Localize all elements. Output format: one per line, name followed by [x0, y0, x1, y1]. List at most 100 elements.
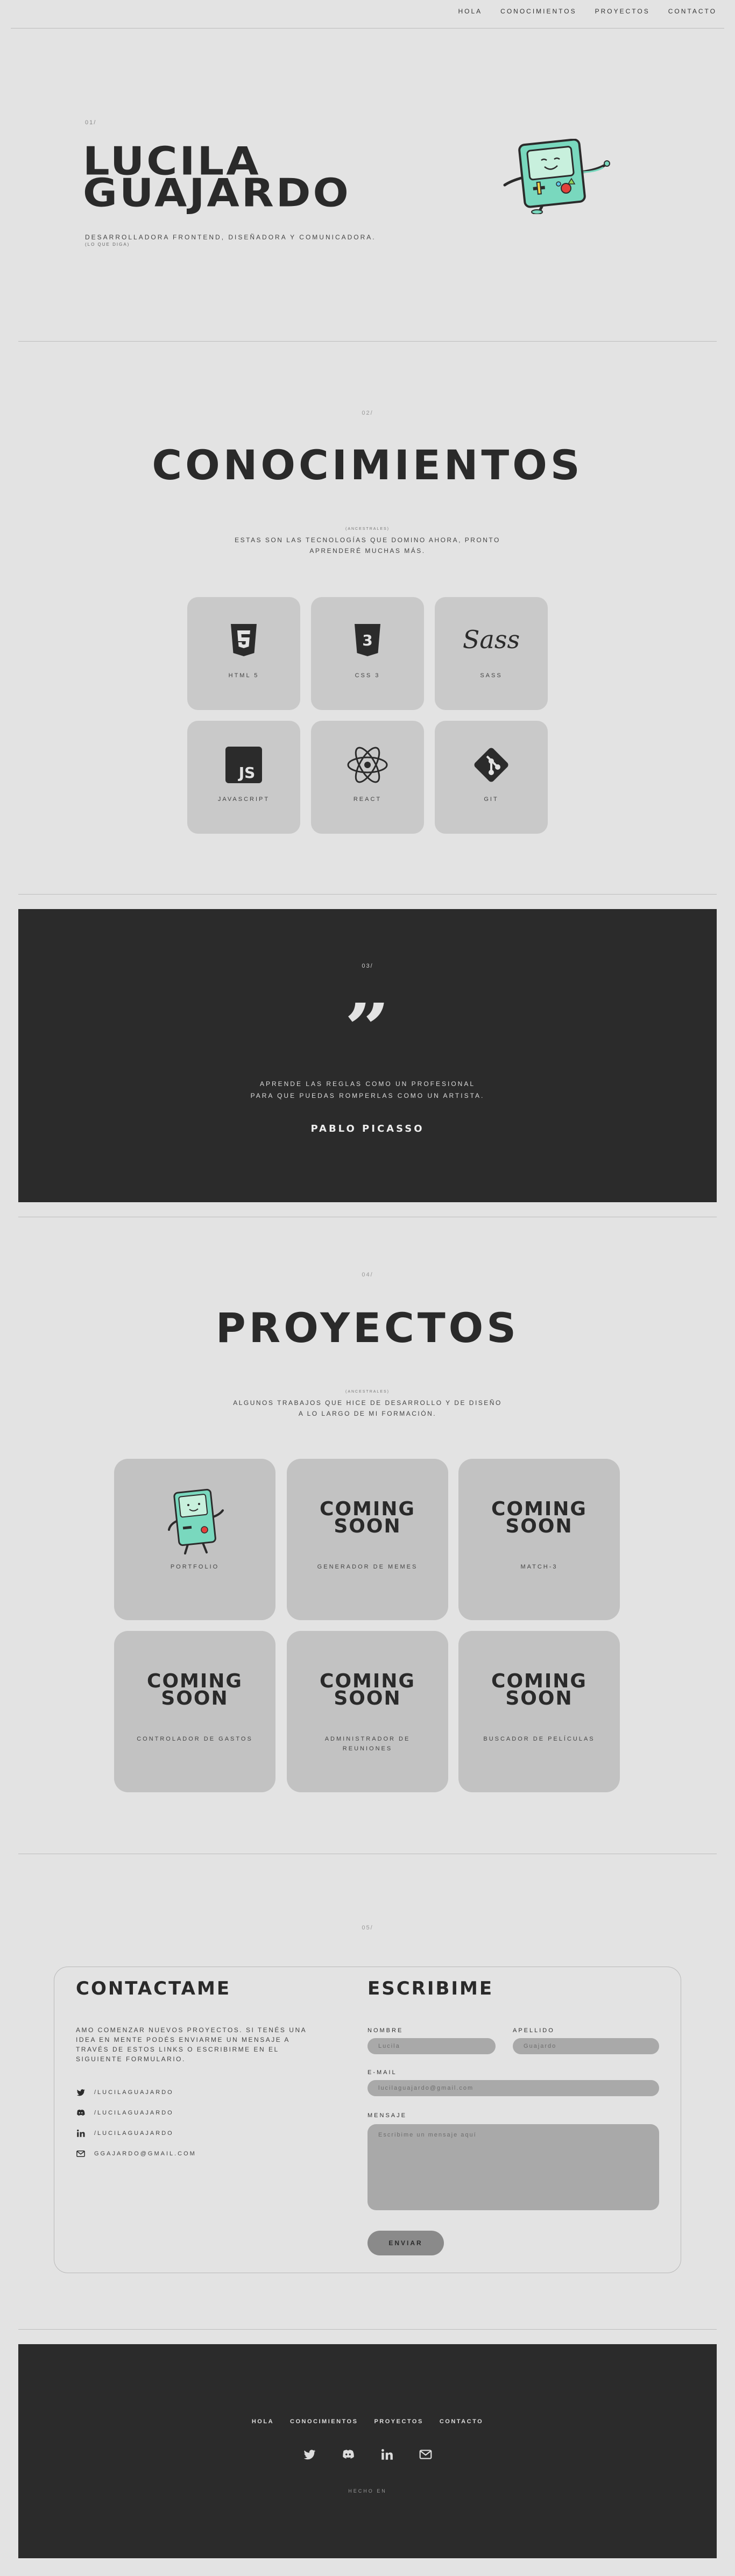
linkedin-icon[interactable]: [380, 2447, 394, 2461]
contact-link-discord[interactable]: /LUCILAGUAJARDO: [76, 2108, 174, 2118]
twitter-icon[interactable]: [302, 2447, 316, 2461]
skills-section-number: 02/: [362, 410, 373, 416]
nav-link-conocimientos[interactable]: CONOCIMIENTOS: [500, 8, 576, 15]
hero-name: LUCILA GUAJARDO: [83, 143, 351, 216]
message-textarea[interactable]: [367, 2124, 659, 2210]
skill-label: REACT: [353, 796, 382, 803]
bmo-project-icon: [168, 1488, 224, 1555]
discord-icon: [77, 2110, 85, 2116]
project-label: MATCH-3: [520, 1564, 558, 1570]
nav-link-hola[interactable]: HOLA: [458, 8, 482, 15]
bmo-illustration: [503, 139, 610, 214]
svg-text:3: 3: [362, 631, 372, 649]
nav-link-proyectos[interactable]: PROYECTOS: [595, 8, 650, 15]
quote-author: PABLO PICASSO: [310, 1123, 425, 1134]
footer-link-conocimientos[interactable]: CONOCIMIENTOS: [290, 2418, 358, 2425]
coming-soon-text: COMING SOON: [147, 1670, 243, 1709]
send-button[interactable]: ENVIAR: [367, 2231, 444, 2255]
project-card-match3[interactable]: COMING SOON MATCH-3: [458, 1459, 620, 1620]
projects-title: PROYECTOS: [215, 1304, 520, 1352]
skill-card-html5: HTML 5: [187, 597, 300, 710]
email-label: E-MAIL: [367, 2069, 397, 2076]
css3-icon: 3: [355, 624, 380, 656]
twitter-icon: [76, 2089, 85, 2096]
contact-link-twitter[interactable]: /LUCILAGUAJARDO: [76, 2088, 174, 2097]
contact-section-number: 05/: [362, 1925, 373, 1931]
skill-label: HTML 5: [228, 672, 259, 679]
footer-nav: HOLA CONOCIMIENTOS PROYECTOS CONTACTO: [18, 2418, 717, 2425]
sass-icon: Sass: [463, 625, 520, 654]
quote-mark-icon: ”: [344, 1003, 391, 1051]
linkedin-icon: [77, 2130, 85, 2137]
project-card-peliculas[interactable]: COMING SOON BUSCADOR DE PELÍCULAS: [458, 1631, 620, 1792]
skill-card-css3: 3 CSS 3: [311, 597, 424, 710]
project-label: PORTFOLIO: [170, 1564, 220, 1570]
skill-label: SASS: [480, 672, 503, 679]
project-label: ADMINISTRADOR DE REUNIONES: [324, 1736, 411, 1752]
footer-link-contacto[interactable]: CONTACTO: [440, 2418, 483, 2425]
mail-icon[interactable]: [419, 2447, 433, 2461]
contact-title: CONTACTAME: [76, 1978, 231, 1999]
quote-section: 03/ ” APRENDE LAS REGLAS COMO UN PROFESI…: [18, 909, 717, 1202]
footer-link-hola[interactable]: HOLA: [252, 2418, 274, 2425]
quote-text: APRENDE LAS REGLAS COMO UN PROFESIONAL P…: [18, 1078, 717, 1102]
mail-icon: [76, 2151, 85, 2157]
quote-line: APRENDE LAS REGLAS COMO UN PROFESIONAL: [259, 1080, 476, 1088]
email-input[interactable]: [367, 2080, 659, 2096]
divider: [18, 341, 717, 342]
project-card-memes[interactable]: COMING SOON GENERADOR DE MEMES: [287, 1459, 448, 1620]
divider: [18, 2329, 717, 2330]
contact-card: CONTACTAME AMO COMENZAR NUEVOS PROYECTOS…: [54, 1967, 681, 2273]
coming-soon-text: COMING SOON: [320, 1498, 415, 1537]
html5-icon: [231, 624, 257, 656]
project-card-reuniones[interactable]: COMING SOON ADMINISTRADOR DE REUNIONES: [287, 1631, 448, 1792]
skill-card-javascript: JS JAVASCRIPT: [187, 721, 300, 834]
coming-soon-text: COMING SOON: [491, 1498, 587, 1537]
footer-social: [18, 2447, 717, 2461]
contact-link-linkedin[interactable]: /LUCILAGUAJARDO: [76, 2128, 174, 2138]
project-card-gastos[interactable]: COMING SOON CONTROLADOR DE GASTOS: [114, 1631, 275, 1792]
form-title: ESCRIBIME: [367, 1978, 494, 1999]
skills-tiny-note: (ANCESTRALES): [345, 527, 390, 531]
skills-description: ESTAS SON LAS TECNOLOGÍAS QUE DOMINO AHO…: [235, 536, 500, 555]
projects-description: ALGUNOS TRABAJOS QUE HICE DE DESARROLLO …: [233, 1399, 502, 1417]
skill-card-react: REACT: [311, 721, 424, 834]
git-icon: [474, 748, 508, 782]
skill-card-git: GIT: [435, 721, 548, 834]
skill-label: GIT: [484, 796, 499, 803]
skill-label: JAVASCRIPT: [217, 796, 270, 803]
hero-name-last: GUAJARDO: [83, 171, 351, 216]
coming-soon-text: COMING SOON: [320, 1670, 415, 1709]
contact-link-email[interactable]: GGAJARDO@GMAIL.COM: [76, 2149, 196, 2159]
surname-input[interactable]: [513, 2038, 659, 2054]
skill-card-sass: Sass SASS: [435, 597, 548, 710]
javascript-icon: JS: [225, 747, 262, 783]
divider: [18, 894, 717, 895]
projects-section-number: 04/: [362, 1272, 373, 1278]
footer-made-in: HECHO EN: [348, 2488, 387, 2494]
skill-label: CSS 3: [355, 672, 380, 679]
quote-line: PARA QUE PUEDAS ROMPERLAS COMO UN ARTIST…: [250, 1092, 485, 1099]
svg-text:JS: JS: [238, 764, 256, 782]
discord-icon[interactable]: [341, 2447, 355, 2461]
surname-label: APELLIDO: [513, 2027, 555, 2034]
name-input[interactable]: [367, 2038, 496, 2054]
nav-divider: [11, 28, 724, 29]
projects-tiny-note: (ANCESTRALES): [345, 1390, 390, 1394]
react-icon: [347, 747, 388, 783]
message-label: MENSAJE: [367, 2112, 407, 2119]
top-nav: HOLA CONOCIMIENTOS PROYECTOS CONTACTO: [458, 8, 717, 15]
footer-link-proyectos[interactable]: PROYECTOS: [374, 2418, 423, 2425]
hero-subtitle: DESARROLLADORA FRONTEND, DISEÑADORA Y CO…: [85, 233, 376, 241]
project-label: GENERADOR DE MEMES: [317, 1564, 418, 1570]
project-card-portfolio[interactable]: PORTFOLIO: [114, 1459, 275, 1620]
svg-text:Sass: Sass: [463, 625, 520, 654]
nav-link-contacto[interactable]: CONTACTO: [668, 8, 717, 15]
project-label: BUSCADOR DE PELÍCULAS: [483, 1736, 595, 1742]
name-label: NOMBRE: [367, 2027, 404, 2034]
coming-soon-text: COMING SOON: [491, 1670, 587, 1709]
contact-intro: AMO COMENZAR NUEVOS PROYECTOS. SI TENÉS …: [76, 2026, 307, 2063]
footer: HOLA CONOCIMIENTOS PROYECTOS CONTACTO HE…: [18, 2344, 717, 2558]
hero-small-note: (LO QUE DIGA): [85, 242, 130, 247]
project-label: CONTROLADOR DE GASTOS: [137, 1736, 253, 1742]
